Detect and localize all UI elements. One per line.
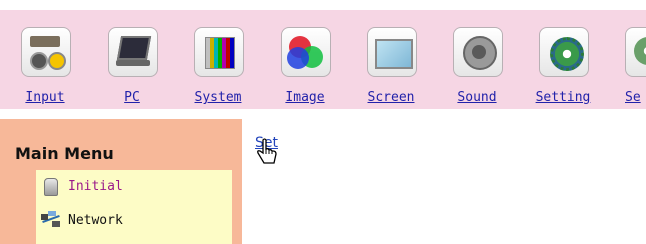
toolbar-label-image[interactable]: Image [272,90,338,105]
partial-icon [625,27,646,77]
rgb-circles-icon [281,27,331,77]
toolbar-item-partial[interactable]: Se [616,27,646,111]
toolbar-item-image[interactable]: Image [272,27,338,111]
toolbar-item-system[interactable]: System [185,27,251,111]
top-toolbar: Input PC System Image Screen Sound Setti… [0,10,646,109]
sidebar-item-label: Initial [68,178,123,194]
toolbar-label-setting[interactable]: Setting [530,90,596,105]
toolbar-label-sound[interactable]: Sound [444,90,510,105]
main-menu-title: Main Menu [15,144,114,163]
toolbar-item-screen[interactable]: Screen [358,27,424,111]
toolbar-label-pc[interactable]: PC [99,90,165,105]
color-bars-icon [194,27,244,77]
speaker-icon [453,27,503,77]
toolbar-label-input[interactable]: Input [12,90,78,105]
input-connectors-icon [21,27,71,77]
gear-icon [539,27,589,77]
screen-icon [367,27,417,77]
network-icon [40,210,62,230]
toolbar-item-input[interactable]: Input [12,27,78,111]
toolbar-label-screen[interactable]: Screen [358,90,424,105]
hand-cursor-icon [257,138,277,164]
toolbar-item-setting[interactable]: Setting [530,27,596,111]
toolbar-item-sound[interactable]: Sound [444,27,510,111]
sidebar-item-network[interactable]: Network [40,210,123,232]
sidebar-item-label: Network [68,212,123,228]
lock-icon [40,176,62,196]
sidebar: Main Menu Initial Network [0,119,242,244]
menu-list: Initial Network [36,170,232,244]
toolbar-label-system[interactable]: System [185,90,251,105]
laptop-icon [108,27,158,77]
sidebar-item-initial[interactable]: Initial [40,176,123,198]
toolbar-label-partial[interactable]: Se [625,90,646,105]
toolbar-item-pc[interactable]: PC [99,27,165,111]
